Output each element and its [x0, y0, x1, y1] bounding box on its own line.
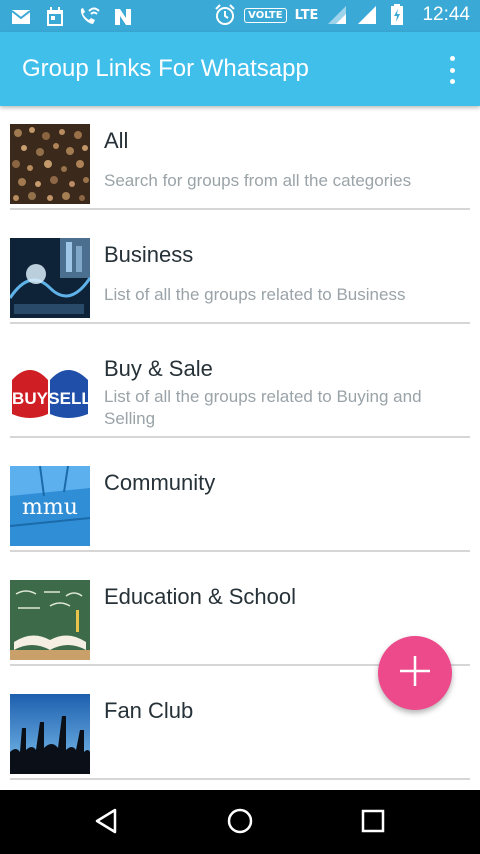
- app-bar: Group Links For Whatsapp: [0, 32, 480, 106]
- category-subtitle: List of all the groups related to Busine…: [104, 285, 406, 304]
- divider: [10, 322, 470, 324]
- category-title: Fan Club: [104, 698, 194, 723]
- add-group-button[interactable]: [378, 636, 452, 710]
- category-item-all[interactable]: All Search for groups from all the categ…: [10, 124, 470, 212]
- category-thumbnail: BUY SELL: [10, 352, 90, 432]
- volte-badge: VOLTE: [244, 7, 287, 23]
- divider: [10, 778, 470, 780]
- calendar-icon: [44, 6, 66, 28]
- recents-button[interactable]: [356, 806, 390, 840]
- category-subtitle: List of all the groups related to Buying…: [104, 387, 422, 428]
- status-bar: VOLTE LTE 12:44: [0, 0, 480, 32]
- clock: 12:44: [422, 4, 470, 25]
- category-title: Business: [104, 242, 194, 267]
- category-thumbnail: [10, 580, 90, 660]
- divider: [10, 208, 470, 210]
- network-type: LTE: [294, 7, 319, 23]
- category-item-community[interactable]: mmu Community: [10, 466, 470, 554]
- signal-icon: [356, 4, 378, 26]
- home-icon: [226, 807, 254, 839]
- alarm-icon: [214, 4, 236, 26]
- recents-icon: [360, 808, 386, 838]
- category-thumbnail: mmu: [10, 466, 90, 546]
- signal-icon: [326, 4, 348, 26]
- mail-icon: [10, 6, 32, 28]
- category-subtitle: Search for groups from all the categorie…: [104, 171, 412, 190]
- svg-text:SELL: SELL: [48, 389, 90, 408]
- category-title: All: [104, 128, 129, 153]
- divider: [10, 550, 470, 552]
- back-button[interactable]: [90, 806, 124, 840]
- app-title: Group Links For Whatsapp: [22, 55, 309, 82]
- add-icon: [398, 654, 432, 692]
- divider: [10, 436, 470, 438]
- n-icon: [112, 6, 134, 28]
- wifi-call-icon: [78, 6, 100, 28]
- navigation-bar: [0, 790, 480, 854]
- category-thumbnail: [10, 124, 90, 204]
- svg-text:BUY: BUY: [12, 389, 49, 408]
- category-thumbnail: [10, 238, 90, 318]
- svg-text:mmu: mmu: [22, 495, 78, 520]
- category-item-buy-sale[interactable]: BUY SELL Buy & Sale List of all the grou…: [10, 352, 470, 440]
- more-vert-icon[interactable]: [442, 56, 462, 84]
- battery-icon: [386, 4, 408, 26]
- home-button[interactable]: [223, 806, 257, 840]
- category-thumbnail: [10, 694, 90, 774]
- category-item-business[interactable]: Business List of all the groups related …: [10, 238, 470, 326]
- category-title: Buy & Sale: [104, 356, 213, 381]
- back-icon: [93, 807, 121, 839]
- category-title: Education & School: [104, 584, 297, 609]
- category-title: Community: [104, 470, 216, 495]
